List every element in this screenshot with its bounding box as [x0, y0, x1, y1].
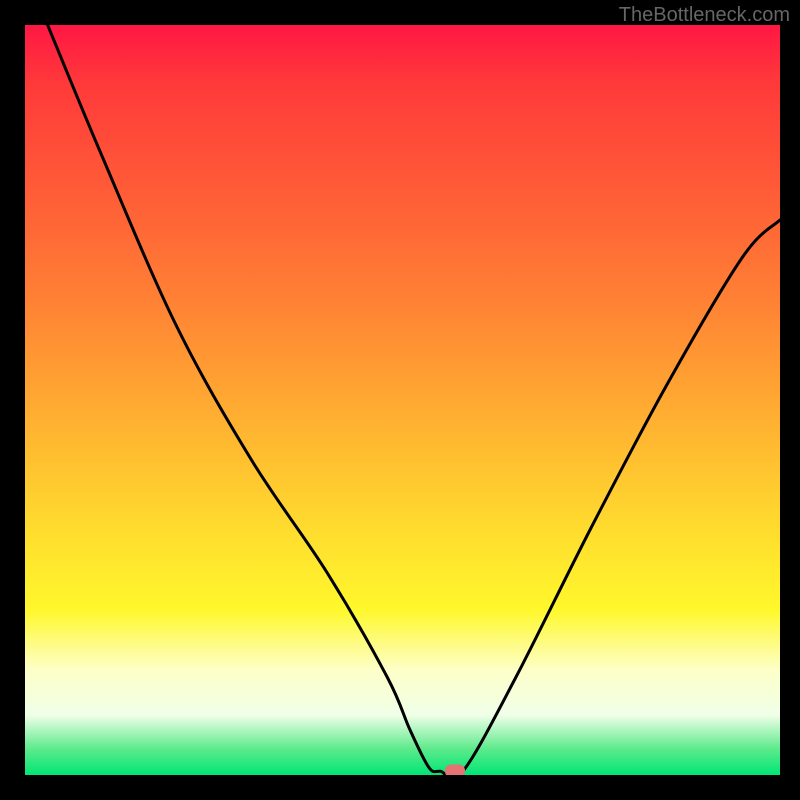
curve-svg — [25, 25, 780, 775]
plot-area — [25, 25, 780, 775]
watermark-text: TheBottleneck.com — [619, 4, 790, 27]
bottleneck-curve — [48, 25, 780, 775]
optimal-point-marker — [445, 765, 465, 775]
chart-container: TheBottleneck.com — [0, 0, 800, 800]
